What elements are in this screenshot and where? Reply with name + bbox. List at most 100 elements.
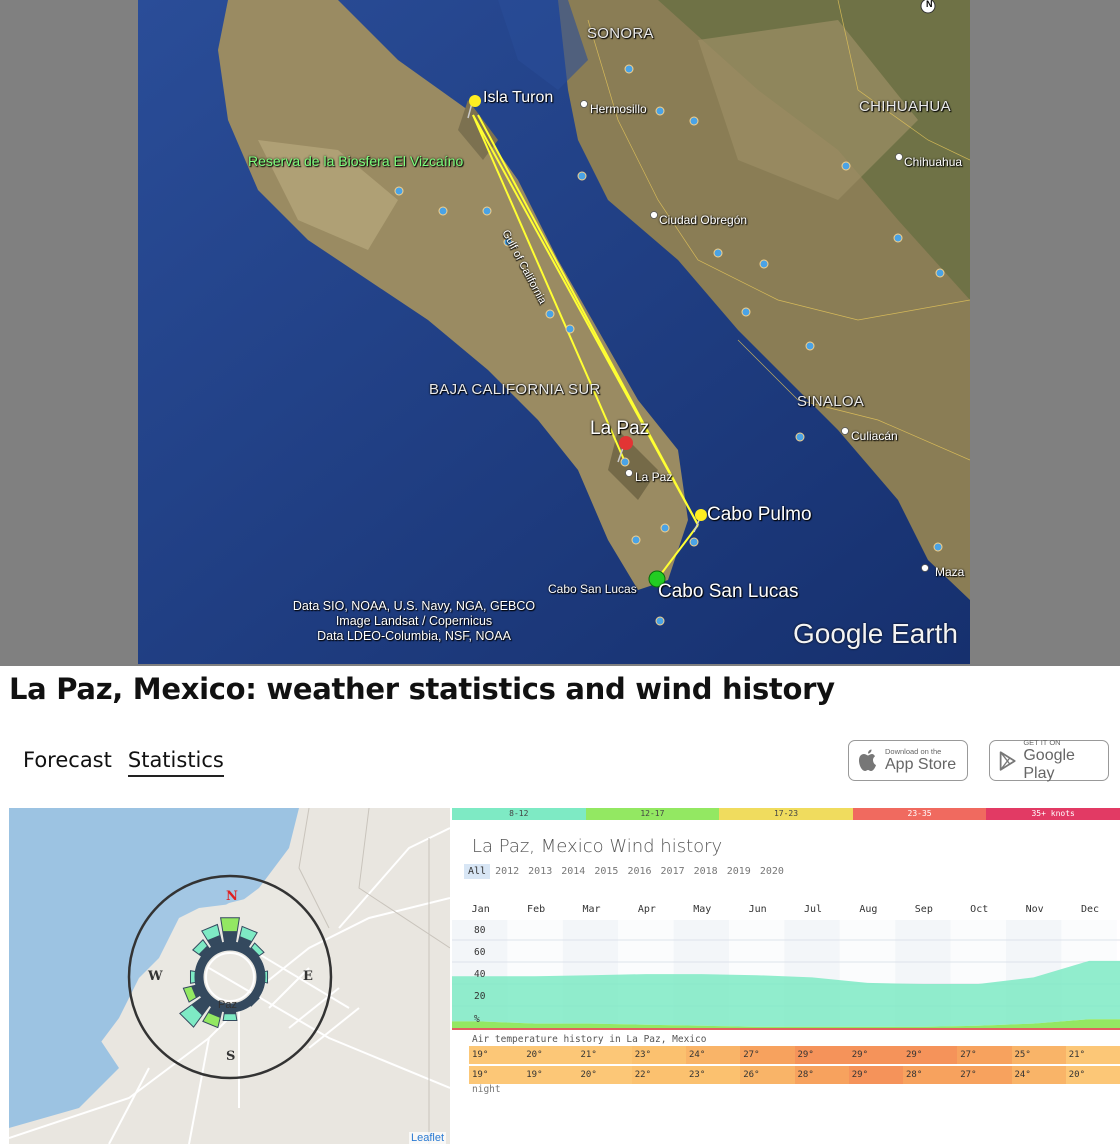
legend-item: 8-12 bbox=[452, 808, 586, 820]
month-header: Jan Feb Mar Apr May Jun Jul Aug Sep Oct Nov Dec bbox=[452, 904, 1120, 915]
google-play-button[interactable]: GET IT ON Google Play bbox=[989, 738, 1109, 782]
month-label: Jul bbox=[804, 904, 823, 915]
region-sonora: SONORA bbox=[587, 25, 654, 42]
google-play-big: Google Play bbox=[1023, 747, 1075, 782]
google-earth-logo: Google Earth bbox=[793, 618, 958, 649]
city-cabo-san-lucas: Cabo San Lucas bbox=[548, 582, 637, 596]
year-option[interactable]: 2013 bbox=[524, 864, 556, 879]
credit-line-2: Image Landsat / Copernicus bbox=[335, 614, 493, 628]
speed-legend: 8-12 12-17 17-23 23-35 35+ knots bbox=[452, 808, 1120, 820]
year-selector: All 2012 2013 2014 2015 2016 2017 2018 2019 2020 bbox=[464, 864, 789, 879]
year-option[interactable]: 2020 bbox=[756, 864, 788, 879]
north-indicator: N bbox=[926, 0, 933, 9]
legend-item: 35+ knots bbox=[986, 808, 1120, 820]
night-temp-cell: 29° bbox=[848, 1066, 903, 1084]
compass-north: N bbox=[226, 889, 238, 904]
year-option[interactable]: 2014 bbox=[557, 864, 589, 879]
y-tick-percent: % bbox=[474, 1014, 480, 1025]
night-temp-cell: 28° bbox=[903, 1066, 958, 1084]
wind-history-panel: 8-12 12-17 17-23 23-35 35+ knots La Paz, Mex… bbox=[452, 808, 1120, 1144]
month-label: Sep bbox=[914, 904, 933, 915]
day-temp-cell: 29° bbox=[848, 1046, 903, 1064]
day-temp-cell: 23° bbox=[631, 1046, 686, 1064]
air-temperature-label: Air temperature history in La Paz, Mexic… bbox=[472, 1034, 707, 1045]
city-la-paz: La Paz bbox=[635, 470, 673, 484]
night-temp-cell: 19° bbox=[523, 1066, 578, 1084]
night-temp-cell: 28° bbox=[794, 1066, 849, 1084]
region-sinaloa: SINALOA bbox=[797, 393, 865, 410]
month-label: May bbox=[693, 904, 712, 915]
month-label: Nov bbox=[1025, 904, 1044, 915]
year-option[interactable]: 2016 bbox=[623, 864, 655, 879]
placemark-cabo-san-lucas: Cabo San Lucas bbox=[658, 581, 799, 602]
night-label: night bbox=[472, 1084, 501, 1095]
year-option[interactable]: 2018 bbox=[690, 864, 722, 879]
y-tick-20: 20 bbox=[474, 991, 486, 1002]
city-hermosillo: Hermosillo bbox=[590, 102, 647, 116]
year-option[interactable]: 2012 bbox=[491, 864, 523, 879]
region-chihuahua: CHIHUAHUA bbox=[859, 98, 951, 115]
year-option[interactable]: 2019 bbox=[723, 864, 755, 879]
night-temp-cell: 23° bbox=[686, 1066, 741, 1084]
night-temp-cell: 20° bbox=[1065, 1066, 1120, 1084]
year-option[interactable]: 2017 bbox=[657, 864, 689, 879]
y-tick-60: 60 bbox=[474, 947, 486, 958]
city-maza: Maza bbox=[935, 565, 965, 579]
month-label: Mar bbox=[582, 904, 601, 915]
night-temp-cell: 22° bbox=[631, 1066, 686, 1084]
placemark-la-paz: La Paz bbox=[590, 418, 650, 439]
y-tick-80: 80 bbox=[474, 925, 486, 936]
legend-item: 12-17 bbox=[585, 808, 720, 820]
compass-west: W bbox=[148, 969, 163, 984]
city-obregon: Ciudad Obregón bbox=[659, 213, 748, 227]
year-option[interactable]: 2015 bbox=[590, 864, 622, 879]
wind-rose bbox=[127, 874, 333, 1080]
night-temp-cell: 19° bbox=[469, 1066, 524, 1084]
app-store-small: Download on the bbox=[885, 747, 942, 756]
month-label: Feb bbox=[527, 904, 546, 915]
earth-terrain bbox=[138, 0, 970, 664]
wind-area-chart bbox=[452, 920, 1120, 1030]
day-temp-cell: 19° bbox=[469, 1046, 524, 1064]
placemark-cabo-pulmo: Cabo Pulmo bbox=[707, 504, 812, 525]
wind-history-title: La Paz, Mexico Wind history bbox=[472, 836, 723, 857]
tab-statistics[interactable]: Statistics bbox=[127, 748, 224, 777]
day-temp-cell: 21° bbox=[577, 1046, 632, 1064]
credit-line-3: Data LDEO-Columbia, NSF, NOAA bbox=[317, 629, 511, 643]
legend-item: 23-35 bbox=[852, 808, 987, 820]
app-store-button[interactable]: Download on the App Store bbox=[848, 740, 968, 781]
month-label: Jun bbox=[748, 904, 767, 915]
reserve-label: Reserva de la Biosfera El Vizcaíno bbox=[248, 153, 464, 169]
day-temp-cell: 29° bbox=[903, 1046, 958, 1064]
month-label: Aug bbox=[859, 904, 878, 915]
apple-icon bbox=[859, 749, 876, 771]
night-temp-cell: 26° bbox=[740, 1066, 795, 1084]
year-option[interactable]: All bbox=[464, 864, 491, 879]
compass-east: E bbox=[303, 969, 313, 984]
day-temp-cell: 21° bbox=[1065, 1046, 1120, 1064]
day-temp-cell: 20° bbox=[523, 1046, 578, 1064]
city-culiacan: Culiacán bbox=[851, 429, 898, 443]
day-temp-cell: 27° bbox=[740, 1046, 795, 1064]
google-earth-image: N SONORA CHIHUAHUA BAJA CALIFORNIA SUR S… bbox=[138, 0, 970, 664]
app-store-big: App Store bbox=[885, 756, 957, 773]
credit-line-1: Data SIO, NOAA, U.S. Navy, NGA, GEBCO bbox=[292, 599, 536, 613]
night-temp-cell: 24° bbox=[1011, 1066, 1066, 1084]
placemark-isla-turon: Isla Turon bbox=[483, 89, 554, 106]
wind-rose-map[interactable]: N E S W Paz Leaflet bbox=[9, 808, 450, 1144]
play-icon bbox=[999, 750, 1016, 771]
page-title: La Paz, Mexico: weather statistics and w… bbox=[9, 672, 835, 706]
map-town-label: Paz bbox=[218, 999, 237, 1011]
month-label: Oct bbox=[970, 904, 989, 915]
day-temperature-row: 19° 20° 21° 23° 24° 27° 29° 29° 29° 27° 25° 21° bbox=[469, 1046, 1120, 1064]
tab-bar: Forecast Statistics bbox=[23, 748, 224, 777]
day-temp-cell: 24° bbox=[686, 1046, 741, 1064]
leaflet-attribution-link[interactable]: Leaflet bbox=[408, 1132, 446, 1144]
month-label: Jan bbox=[471, 904, 490, 915]
night-temp-cell: 20° bbox=[577, 1066, 632, 1084]
region-bcs: BAJA CALIFORNIA SUR bbox=[429, 381, 601, 398]
tab-forecast[interactable]: Forecast bbox=[23, 748, 112, 777]
day-temp-cell: 27° bbox=[957, 1046, 1012, 1064]
night-temp-cell: 27° bbox=[957, 1066, 1012, 1084]
day-temp-cell: 29° bbox=[794, 1046, 849, 1064]
